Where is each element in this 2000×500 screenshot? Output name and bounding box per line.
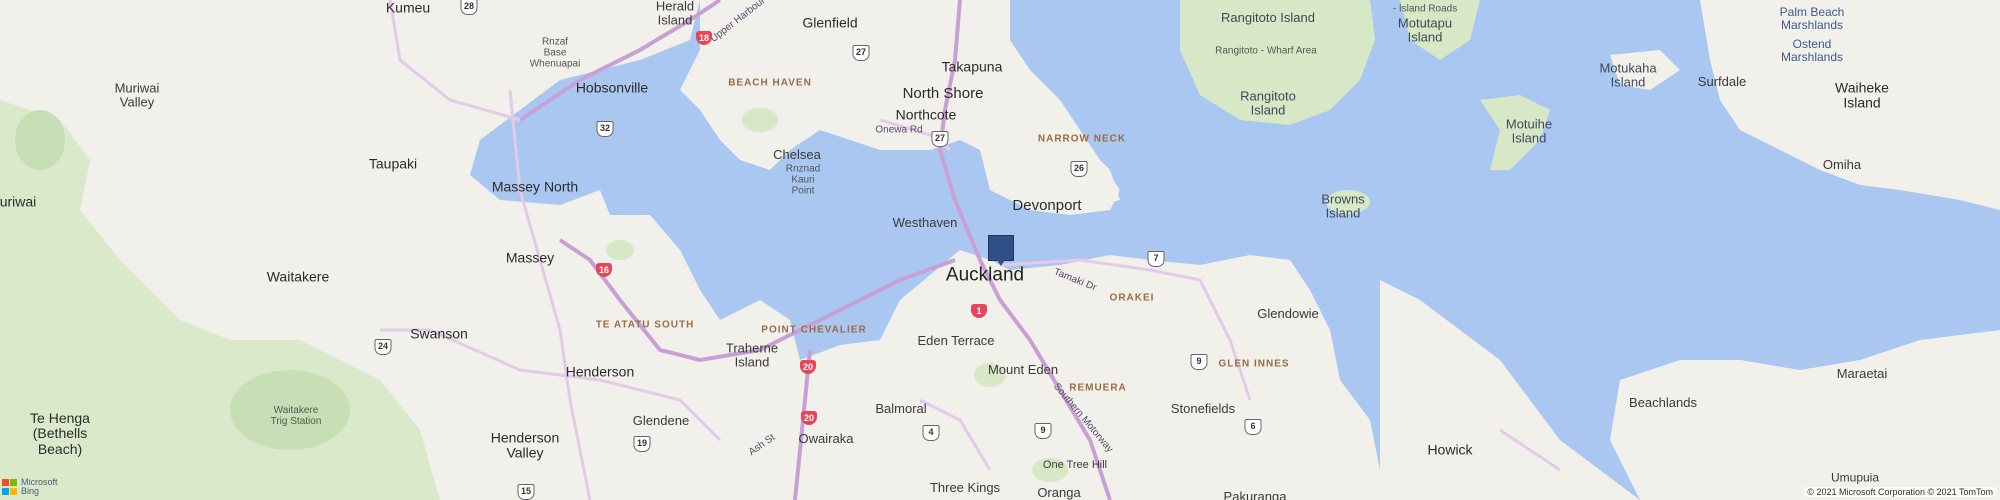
label-waitakere-trig: Waitakere Trig Station — [270, 405, 322, 427]
label-rangitoto-top: Rangitoto Island — [1221, 9, 1315, 25]
label-auckland: Auckland — [945, 264, 1025, 286]
label-glendene: Glendene — [632, 412, 690, 428]
label-te-atatu-south: TE ATATU SOUTH — [595, 319, 695, 331]
label-northcote: Northcote — [895, 106, 957, 123]
route-shield-27: 27 — [852, 45, 870, 61]
label-surfdale: Surfdale — [1697, 73, 1747, 89]
label-browns: Browns Island — [1321, 191, 1365, 221]
label-pakuranga: Pakuranga — [1223, 488, 1287, 500]
label-massey-north: Massey North — [491, 178, 579, 195]
route-shield-28: 28 — [460, 0, 478, 15]
route-shield-32: 32 — [596, 121, 614, 137]
label-rangitoto-wharf: Rangitoto - Wharf Area — [1215, 45, 1317, 57]
label-rangitoto-island: Rangitoto Island — [1240, 88, 1296, 118]
label-beach-haven: BEACH HAVEN — [728, 77, 812, 89]
bing-logo: Microsoft Bing — [2, 478, 58, 496]
label-takapuna: Takapuna — [941, 58, 1003, 75]
label-herald-island: Herald Island — [655, 0, 695, 28]
label-chelsea: Chelsea — [773, 146, 821, 162]
microsoft-logo-icon — [2, 479, 18, 495]
label-hobsonville: Hobsonville — [575, 79, 649, 96]
label-beachlands: Beachlands — [1629, 394, 1697, 410]
label-stonefields: Stonefields — [1170, 400, 1236, 416]
label-one-tree-hill: One Tree Hill — [1042, 458, 1108, 471]
label-waitakere: Waitakere — [266, 268, 330, 285]
route-shield-24: 24 — [374, 339, 392, 355]
park-3 — [742, 108, 778, 132]
label-north-shore: North Shore — [902, 84, 984, 102]
label-palm-beach: Palm Beach Marshlands — [1779, 4, 1845, 32]
label-devonport: Devonport — [1012, 196, 1082, 214]
label-ostend: Ostend Marshlands — [1780, 36, 1844, 64]
label-three-kings: Three Kings — [929, 479, 1001, 495]
route-shield-27b: 27 — [931, 131, 949, 147]
label-owairaka: Owairaka — [798, 430, 854, 446]
label-mount-eden: Mount Eden — [987, 361, 1059, 377]
route-shield-26: 26 — [1070, 161, 1088, 177]
route-shield-7: 7 — [1147, 251, 1165, 267]
label-point-chevalier: POINT CHEVALIER — [761, 324, 867, 336]
copyright-notice[interactable]: © 2021 Microsoft Corporation © 2021 TomT… — [1804, 487, 1996, 497]
label-glendowie: Glendowie — [1257, 305, 1319, 321]
route-shield-19: 19 — [633, 436, 651, 452]
label-howick: Howick — [1427, 441, 1473, 458]
route-shield-9a: 9 — [1190, 354, 1208, 370]
logo-line2: Bing — [21, 486, 40, 496]
label-rnzaf: Rnzaf Base Whenuapai — [529, 36, 581, 70]
label-motuihe: Motuihe Island — [1505, 116, 1553, 146]
label-taupaki: Taupaki — [368, 155, 418, 172]
route-shield-9b: 9 — [1034, 423, 1052, 439]
label-maraetai: Maraetai — [1836, 365, 1888, 381]
route-shield-6: 6 — [1244, 419, 1262, 435]
label-omiha: Omiha — [1822, 156, 1862, 172]
label-te-henga: Te Henga (Bethells Beach) — [30, 409, 90, 457]
label-umupuia: Umupuia — [1830, 470, 1880, 485]
label-westhaven: Westhaven — [892, 214, 958, 230]
route-shield-15: 15 — [517, 484, 535, 500]
label-henderson-valley: Henderson Valley — [490, 429, 560, 461]
label-massey: Massey — [505, 249, 555, 266]
label-balmoral: Balmoral — [875, 400, 927, 416]
label-motukaha: Motukaha Island — [1599, 60, 1657, 90]
label-swanson: Swanson — [410, 325, 468, 342]
label-glenfield: Glenfield — [802, 14, 858, 31]
label-motutapu-roads: - Island Roads — [1392, 3, 1458, 15]
label-muriwai: uriwai — [0, 193, 37, 210]
route-shield-4: 4 — [922, 425, 940, 441]
park-4 — [606, 240, 634, 260]
label-oranga: Oranga — [1037, 484, 1081, 500]
map-view[interactable]: Kumeu Herald Island Glenfield Takapuna R… — [0, 0, 2000, 500]
label-glen-innes: GLEN INNES — [1218, 358, 1290, 370]
label-orakei: ORAKEI — [1109, 292, 1155, 304]
location-pin-marker[interactable] — [988, 235, 1014, 266]
label-muriwai-valley: Muriwai Valley — [114, 80, 160, 110]
label-eden-terrace: Eden Terrace — [917, 332, 995, 348]
label-narrow-neck: NARROW NECK — [1037, 133, 1127, 145]
label-waiheke: Waiheke Island — [1835, 79, 1889, 111]
label-henderson: Henderson — [565, 363, 635, 380]
label-motutapu: Motutapu Island — [1397, 15, 1453, 45]
label-onewa-rd: Onewa Rd — [875, 124, 923, 136]
label-kumeu: Kumeu — [385, 0, 431, 16]
label-traherne: Traherne Island — [725, 340, 779, 370]
label-remuera: REMUERA — [1069, 382, 1127, 394]
label-rnznad: Rnznad Kauri Point — [785, 163, 821, 197]
park-1 — [15, 110, 65, 170]
